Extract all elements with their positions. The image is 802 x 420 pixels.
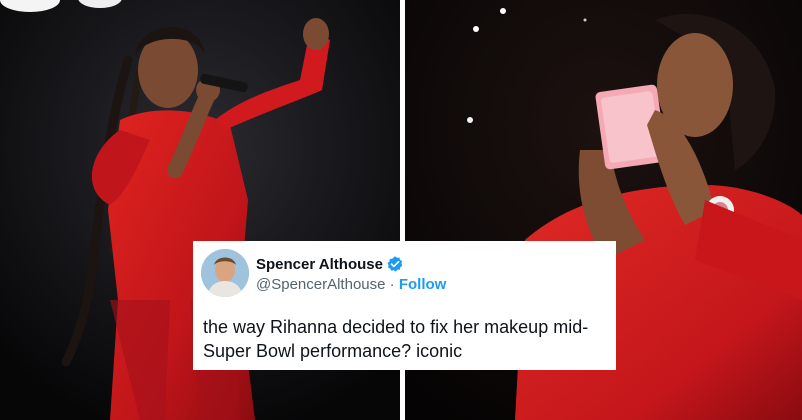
author-handle[interactable]: @SpencerAlthouse: [256, 276, 385, 293]
tweet-text: the way Rihanna decided to fix her makeu…: [203, 317, 589, 361]
handle-separator: ·: [385, 276, 399, 293]
avatar-portrait-icon: [201, 249, 249, 297]
tweet-handle-row: @SpencerAlthouse · Follow: [256, 276, 446, 293]
author-display-name[interactable]: Spencer Althouse: [256, 256, 383, 273]
follow-button[interactable]: Follow: [399, 276, 447, 293]
meme-image: Spencer Althouse @SpencerAlthouse · Foll…: [0, 0, 802, 420]
tweet-author-row: Spencer Althouse: [256, 255, 404, 273]
tweet-card[interactable]: Spencer Althouse @SpencerAlthouse · Foll…: [193, 241, 616, 370]
avatar[interactable]: [201, 249, 249, 297]
verified-badge-icon: [386, 255, 404, 273]
